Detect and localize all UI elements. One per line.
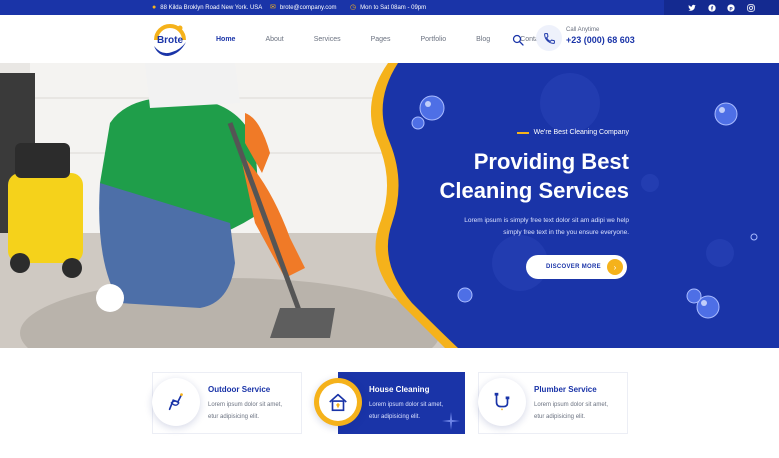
topbar-email-text[interactable]: brote@company.com bbox=[280, 5, 337, 11]
discover-more-button[interactable]: DISCOVER MORE › bbox=[526, 255, 627, 279]
hero-desc-line1: Lorem ipsum is simply free text dolor si… bbox=[464, 217, 629, 224]
hero-eyebrow: We're Best Cleaning Company bbox=[516, 129, 629, 136]
topbar-hours: ◷ Mon to Sat 08am - 09pm bbox=[350, 0, 426, 15]
pinterest-icon[interactable]: p bbox=[726, 3, 736, 13]
facebook-icon[interactable] bbox=[707, 3, 717, 13]
arrow-right-icon: › bbox=[607, 259, 623, 275]
eyebrow-dash bbox=[516, 131, 529, 134]
topbar-address-text: 88 Kilda Broklyn Road New York. USA bbox=[160, 4, 263, 11]
card-title: Plumber Service bbox=[534, 385, 597, 394]
call-label: Call Anytime bbox=[566, 27, 600, 33]
hero-title-line2: Cleaning Services bbox=[439, 178, 629, 203]
plumber-icon bbox=[478, 378, 526, 426]
call-info: Call Anytime +23 (000) 68 603 bbox=[566, 27, 635, 45]
topbar-hours-text: Mon to Sat 08am - 09pm bbox=[360, 4, 427, 11]
clock-icon: ◷ bbox=[350, 4, 357, 11]
hero-title: Providing Best Cleaning Services bbox=[369, 147, 629, 205]
nav-about[interactable]: About bbox=[265, 36, 283, 43]
card-description: Lorem ipsum dolor sit amet, etur adipisi… bbox=[534, 399, 634, 423]
location-icon: ● bbox=[152, 4, 157, 11]
nav-home[interactable]: Home bbox=[216, 36, 235, 43]
card-desc-line2: etur adipisicing elit. bbox=[534, 414, 586, 420]
search-icon[interactable] bbox=[512, 33, 524, 46]
nav-pages[interactable]: Pages bbox=[371, 36, 391, 43]
top-bar: ● 88 Kilda Broklyn Road New York. USA ✉ … bbox=[0, 0, 779, 15]
hero-description: Lorem ipsum is simply free text dolor si… bbox=[429, 215, 629, 239]
card-title: Outdoor Service bbox=[208, 385, 271, 394]
envelope-icon: ✉ bbox=[270, 4, 276, 11]
sparkle-icon bbox=[442, 412, 460, 430]
card-desc-line2: etur adipisicing elit. bbox=[208, 414, 260, 420]
house-cleaning-icon bbox=[314, 378, 362, 426]
hero-blue-panel bbox=[370, 63, 779, 348]
card-desc-line1: Lorem ipsum dolor sit amet, bbox=[534, 402, 609, 408]
hero-title-line1: Providing Best bbox=[473, 149, 629, 174]
social-links: p bbox=[664, 0, 779, 15]
twitter-icon[interactable] bbox=[687, 3, 697, 13]
logo-wordmark: Brote bbox=[157, 35, 184, 46]
nav-portfolio[interactable]: Portfolio bbox=[420, 36, 446, 43]
main-header: Brote Home About Services Pages Portfoli… bbox=[0, 15, 779, 63]
phone-icon[interactable] bbox=[536, 25, 562, 51]
topbar-address: ● 88 Kilda Broklyn Road New York. USA bbox=[152, 0, 262, 15]
hero-banner: We're Best Cleaning Company Providing Be… bbox=[0, 63, 779, 348]
instagram-icon[interactable] bbox=[746, 3, 756, 13]
discover-more-label: DISCOVER MORE bbox=[546, 264, 601, 270]
card-desc-line1: Lorem ipsum dolor sit amet, bbox=[208, 402, 283, 408]
hero-eyebrow-text: We're Best Cleaning Company bbox=[533, 129, 629, 136]
services-section: Outdoor Service Lorem ipsum dolor sit am… bbox=[0, 348, 779, 458]
card-description: Lorem ipsum dolor sit amet, etur adipisi… bbox=[208, 399, 308, 423]
nav-blog[interactable]: Blog bbox=[476, 36, 490, 43]
topbar-email[interactable]: ✉ brote@company.com bbox=[270, 0, 337, 15]
hero-desc-line2: simply free text in the you ensure every… bbox=[503, 229, 629, 236]
outdoor-icon bbox=[152, 378, 200, 426]
brand-logo[interactable]: Brote bbox=[150, 20, 190, 60]
call-number[interactable]: +23 (000) 68 603 bbox=[566, 35, 635, 45]
nav-services[interactable]: Services bbox=[314, 36, 341, 43]
card-title: House Cleaning bbox=[369, 385, 430, 394]
